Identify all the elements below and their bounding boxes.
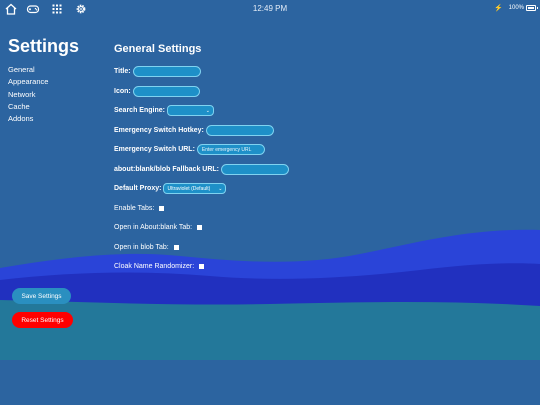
enable-tabs-checkbox[interactable] <box>159 205 165 211</box>
title-input[interactable] <box>132 66 201 78</box>
cloak-randomizer-row: Cloak Name Randomizer: <box>114 257 289 277</box>
icon-input[interactable] <box>132 85 200 97</box>
sidebar-item-appearance[interactable]: Appearance <box>8 76 48 88</box>
sidebar-item-general[interactable]: General <box>8 64 48 76</box>
reset-settings-button[interactable]: Reset Settings <box>12 312 73 328</box>
fallback-url-input[interactable] <box>221 163 290 175</box>
hotkey-input[interactable] <box>205 124 274 136</box>
charging-icon: ⚡ <box>494 5 503 12</box>
open-aboutblank-label: Open in About:blank Tab: <box>114 224 193 232</box>
battery-percent: 100% <box>508 5 524 11</box>
cloak-randomizer-label: Cloak Name Randomizer: <box>114 263 195 271</box>
enable-tabs-row: Enable Tabs: <box>114 199 289 219</box>
status-bar: 12:49 PM ⚡ 100% <box>0 0 540 18</box>
general-settings-panel: General Settings Title: Icon: Search Eng… <box>114 43 290 277</box>
hotkey-row: Emergency Switch Hotkey: <box>114 121 289 141</box>
proxy-row: Default Proxy: Ultraviolet (Default) ⌄ <box>114 179 289 199</box>
page-title: General Settings <box>114 43 202 55</box>
battery-icon <box>526 5 538 11</box>
chevron-down-icon: ⌄ <box>205 107 210 114</box>
search-engine-label: Search Engine: <box>114 107 165 115</box>
title-row: Title: <box>114 62 289 82</box>
proxy-value: Ultraviolet (Default) <box>167 185 211 192</box>
sidebar-title: Settings <box>8 36 80 56</box>
title-label: Title: <box>114 68 131 76</box>
proxy-label: Default Proxy: <box>114 185 162 193</box>
proxy-select[interactable]: Ultraviolet (Default) ⌄ <box>163 183 227 195</box>
sidebar-item-cache[interactable]: Cache <box>8 101 48 113</box>
open-aboutblank-row: Open in About:blank Tab: <box>114 218 289 238</box>
icon-label: Icon: <box>114 87 131 95</box>
cloak-randomizer-checkbox[interactable] <box>199 264 205 270</box>
chevron-down-icon: ⌄ <box>218 185 223 192</box>
hotkey-label: Emergency Switch Hotkey: <box>114 126 204 134</box>
search-engine-select[interactable]: ⌄ <box>166 105 214 117</box>
emergency-url-label: Emergency Switch URL: <box>114 146 195 154</box>
fallback-url-label: about:blank/blob Fallback URL: <box>114 165 220 173</box>
emergency-url-input[interactable] <box>196 144 265 156</box>
sidebar-item-network[interactable]: Network <box>8 89 48 101</box>
enable-tabs-label: Enable Tabs: <box>114 204 155 212</box>
save-settings-button[interactable]: Save Settings <box>12 288 71 304</box>
open-aboutblank-checkbox[interactable] <box>197 225 203 231</box>
clock: 12:49 PM <box>252 4 288 13</box>
fallback-url-row: about:blank/blob Fallback URL: <box>114 160 290 180</box>
icon-row: Icon: <box>114 82 289 102</box>
emergency-url-row: Emergency Switch URL: <box>114 140 289 160</box>
sidebar-item-addons[interactable]: Addons <box>8 113 48 125</box>
open-blob-checkbox[interactable] <box>173 244 179 250</box>
sidebar-nav: General Appearance Network Cache Addons <box>8 64 48 125</box>
open-blob-row: Open in blob Tab: <box>114 238 289 258</box>
open-blob-label: Open in blob Tab: <box>114 243 169 251</box>
search-engine-row: Search Engine: ⌄ <box>114 101 289 121</box>
